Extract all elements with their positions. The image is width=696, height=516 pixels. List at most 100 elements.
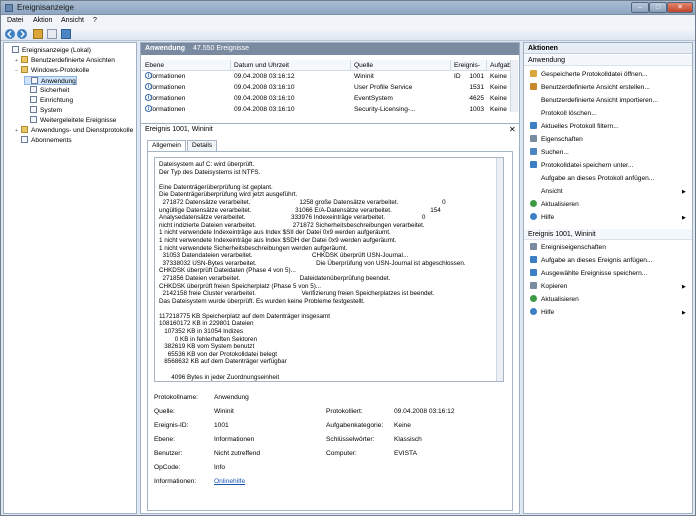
event-list-scrollbar[interactable] xyxy=(510,60,518,112)
action-gespeicherte-protokolldatei-öffnen[interactable]: Gespeicherte Protokolldatei öffnen... xyxy=(530,70,648,80)
task-icon xyxy=(530,256,537,263)
menu-help[interactable]: ? xyxy=(93,17,97,24)
tree-item-label: Ereignisanzeige (Lokal) xyxy=(22,47,91,54)
back-arrow-icon[interactable] xyxy=(5,29,15,39)
event-source: Wininit xyxy=(354,73,374,80)
action-benutzerdefinierte-ansicht-erstellen[interactable]: Benutzerdefinierte Ansicht erstellen... xyxy=(530,83,650,93)
action-label: Hilfe xyxy=(541,214,555,221)
column-header-ereignis-id[interactable]: Ereignis-ID xyxy=(451,60,487,80)
detail-title: Ereignis 1001, Wininit xyxy=(145,126,213,133)
event-row[interactable]: i Informationen 09.04.2008 03:16:10 EventSy… xyxy=(142,94,518,104)
action-label: Benutzerdefinierte Ansicht importieren..… xyxy=(541,97,658,104)
label-ereignis-id: Ereignis-ID: xyxy=(154,422,189,429)
event-source: User Profile Service xyxy=(354,84,413,91)
folder-icon xyxy=(21,56,28,63)
action-label: Aktuelles Protokoll filtern... xyxy=(541,123,619,130)
tree-item-anwendungs-und-dienstprotokolle[interactable]: + Anwendungs- und Dienstprotokolle xyxy=(15,126,133,135)
action-aktualisieren[interactable]: Aktualisieren xyxy=(530,200,579,210)
column-header-quelle[interactable]: Quelle xyxy=(351,60,451,71)
maximize-button[interactable]: □ xyxy=(649,2,667,13)
label-computer: Computer: xyxy=(326,450,357,457)
tree-item-label: Anwendungs- und Dienstprotokolle xyxy=(31,127,134,134)
tree-item-einrichtung[interactable]: Einrichtung xyxy=(24,96,73,105)
action-ansicht[interactable]: Ansicht xyxy=(530,187,563,197)
column-header-datum[interactable]: Datum und Uhrzeit xyxy=(231,60,351,71)
tree-item-label: Windows-Protokolle xyxy=(31,67,90,74)
tree-item-sicherheit[interactable]: Sicherheit xyxy=(24,86,69,95)
action-label: Gespeicherte Protokolldatei öffnen... xyxy=(541,71,648,78)
event-task: Keine xyxy=(490,106,507,113)
close-button[interactable]: ✕ xyxy=(667,2,693,13)
action-protokolldatei-speichern-unter[interactable]: Protokolldatei speichern unter... xyxy=(530,161,633,171)
forward-arrow-icon[interactable] xyxy=(17,29,27,39)
onlinehilfe-link[interactable]: Onlinehilfe xyxy=(214,478,245,485)
value-ereignis-id: 1001 xyxy=(214,422,229,429)
action-aktualisieren[interactable]: Aktualisieren xyxy=(530,295,579,305)
tree-item-windows-protokolle[interactable]: − Windows-Protokolle xyxy=(15,66,89,75)
action-eigenschaften[interactable]: Eigenschaften xyxy=(530,135,583,145)
tree-item-abonnements[interactable]: Abonnements xyxy=(15,136,72,145)
help-icon[interactable] xyxy=(61,29,71,39)
title-bar: Ereignisanzeige – □ ✕ xyxy=(1,1,695,15)
tab-details[interactable]: Details xyxy=(187,140,218,151)
action-hilfe[interactable]: Hilfe xyxy=(530,308,554,318)
event-date: 09.04.2008 03:16:10 xyxy=(234,106,295,113)
event-task: Keine xyxy=(490,73,507,80)
label-protokollname: Protokollname: xyxy=(154,394,198,401)
info-icon: i xyxy=(145,105,152,112)
action-hilfe[interactable]: Hilfe xyxy=(530,213,554,223)
tree-item-system[interactable]: System xyxy=(24,106,62,115)
action-aktuelles-protokoll-filtern[interactable]: Aktuelles Protokoll filtern... xyxy=(530,122,619,132)
action-label: Aufgabe an dieses Protokoll anfügen... xyxy=(541,175,655,182)
action-label: Aktualisieren xyxy=(541,201,579,208)
tree-item-label: System xyxy=(40,107,62,114)
close-icon[interactable]: ✕ xyxy=(509,125,516,134)
action-benutzerdefinierte-ansicht-importieren[interactable]: Benutzerdefinierte Ansicht importieren..… xyxy=(530,96,658,106)
center-pane: Anwendung 47.550 Ereignisse Ebene Datum … xyxy=(140,42,520,514)
folder-icon[interactable] xyxy=(33,29,43,39)
menu-aktion[interactable]: Aktion xyxy=(33,17,52,24)
action-label: Protokolldatei speichern unter... xyxy=(541,162,634,169)
action-protokoll-löschen[interactable]: Protokoll löschen... xyxy=(530,109,597,119)
blank-icon xyxy=(530,187,537,194)
event-row[interactable]: i Informationen 09.04.2008 03:16:10 User Pr… xyxy=(142,83,518,93)
log-icon xyxy=(31,77,38,84)
properties-icon[interactable] xyxy=(47,29,57,39)
action-ausgewählte-ereignisse-speichern[interactable]: Ausgewählte Ereignisse speichern... xyxy=(530,269,647,279)
action-label: Protokoll löschen... xyxy=(541,110,597,117)
column-header-aufgabe[interactable]: Aufgabe xyxy=(487,60,515,71)
tree-item-weitergeleitete-ereignisse[interactable]: Weitergeleitete Ereignisse xyxy=(24,116,116,125)
event-row[interactable]: i Informationen 09.04.2008 03:16:12 Wininit… xyxy=(142,72,518,82)
minimize-button[interactable]: – xyxy=(631,2,649,13)
blank-icon xyxy=(530,96,537,103)
action-label: Aufgabe an dieses Ereignis anfügen... xyxy=(541,257,653,264)
description-scrollbar[interactable] xyxy=(496,158,503,381)
tree-item-label: Sicherheit xyxy=(40,87,70,94)
event-row[interactable]: i Informationen 09.04.2008 03:16:10 Securit… xyxy=(142,105,518,115)
blank-icon xyxy=(530,109,537,116)
submenu-arrow-icon: ▶ xyxy=(682,310,686,316)
refresh-icon xyxy=(530,295,537,302)
event-description[interactable]: Dateisystem auf C: wird überprüft. Der T… xyxy=(154,157,504,382)
tree-item-ereignisanzeige-lokal[interactable]: Ereignisanzeige (Lokal) xyxy=(6,46,91,55)
event-id: 1003 xyxy=(469,106,484,113)
action-ereigniseigenschaften[interactable]: Ereigniseigenschaften xyxy=(530,243,606,253)
tab-allgemein[interactable]: Allgemein xyxy=(147,140,186,151)
tree-item-anwendung[interactable]: Anwendung xyxy=(24,76,77,85)
action-label: Kopieren xyxy=(541,283,568,290)
action-kopieren[interactable]: Kopieren xyxy=(530,282,567,292)
action-suchen[interactable]: Suchen... xyxy=(530,148,569,158)
search-icon xyxy=(530,148,537,155)
actions-section-event[interactable]: Ereignis 1001, Wininit xyxy=(524,229,692,240)
column-header-ebene[interactable]: Ebene xyxy=(142,60,231,71)
menu-ansicht[interactable]: Ansicht xyxy=(61,17,84,24)
tree-item-benutzerdefinierte-ansichten[interactable]: + Benutzerdefinierte Ansichten xyxy=(15,56,115,65)
action-aufgabe-an-dieses-protokoll-anfügen[interactable]: Aufgabe an dieses Protokoll anfügen... xyxy=(530,174,654,184)
value-ebene: Informationen xyxy=(214,436,255,443)
navigation-tree: Ereignisanzeige (Lokal) + Benutzerdefinier… xyxy=(3,42,137,514)
action-aufgabe-an-dieses-ereignis-anfügen[interactable]: Aufgabe an dieses Ereignis anfügen... xyxy=(530,256,652,266)
value-computer: EVISTA xyxy=(394,450,417,457)
event-source: Security-Licensing-... xyxy=(354,106,416,113)
actions-section-anwendung[interactable]: Anwendung xyxy=(524,55,692,66)
menu-datei[interactable]: Datei xyxy=(7,17,23,24)
